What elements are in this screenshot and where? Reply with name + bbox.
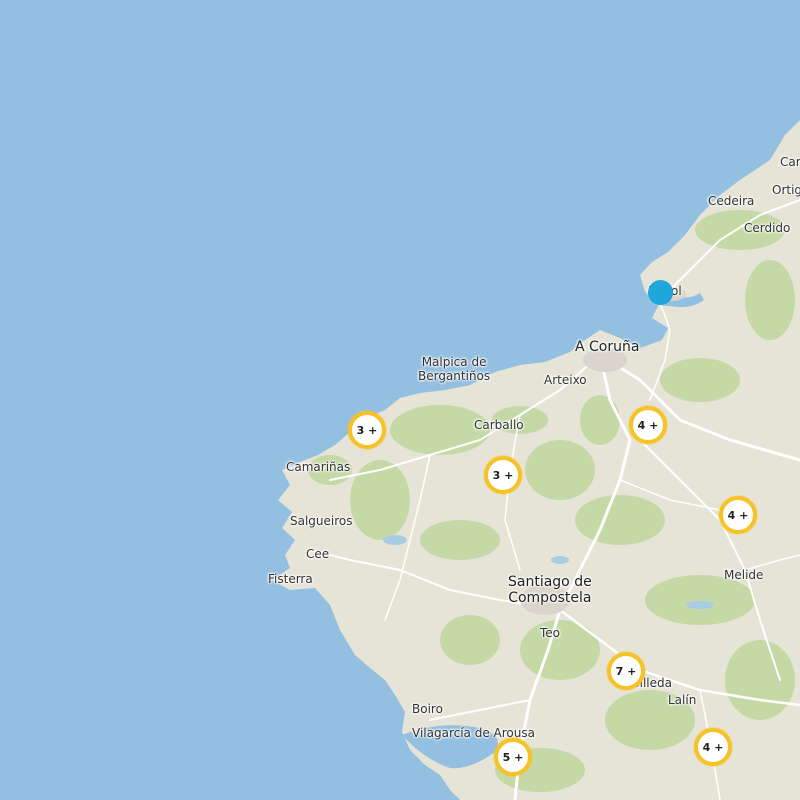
place-fisterra: Fisterra <box>268 572 313 586</box>
location-dot-icon[interactable] <box>648 280 673 305</box>
place-lalin: Lalín <box>668 693 697 707</box>
map-viewport[interactable]: Cari Ortig Cedeira Cerdido Ferrol A Coru… <box>0 0 800 800</box>
marker-cluster[interactable]: 3 + <box>484 456 522 494</box>
map-base-layer <box>272 120 800 800</box>
place-santiago: Santiago de Compostela <box>508 574 592 606</box>
place-carballo: Carballo <box>474 418 524 432</box>
place-ortig: Ortig <box>772 183 800 197</box>
marker-cluster[interactable]: 4 + <box>694 728 732 766</box>
place-cerdido: Cerdido <box>744 221 791 235</box>
place-camarinas: Camariñas <box>286 460 351 474</box>
place-a-coruna: A Coruña <box>575 339 640 355</box>
place-santiago-line2: Compostela <box>508 590 592 606</box>
place-melide: Melide <box>724 568 764 582</box>
place-malpica: Malpica de Bergantiños <box>418 355 490 383</box>
place-teo: Teo <box>540 626 561 640</box>
place-salgueiros: Salgueiros <box>290 514 353 528</box>
marker-cluster[interactable]: 4 + <box>719 496 757 534</box>
place-cari: Cari <box>780 155 800 169</box>
place-arteixo: Arteixo <box>544 373 587 387</box>
marker-cluster[interactable]: 5 + <box>494 738 532 776</box>
marker-cluster[interactable]: 3 + <box>348 411 386 449</box>
place-boiro: Boiro <box>412 702 443 716</box>
place-cedeira: Cedeira <box>708 194 755 208</box>
marker-cluster[interactable]: 7 + <box>607 652 645 690</box>
place-santiago-line1: Santiago de <box>508 574 592 590</box>
place-malpica-line1: Malpica de <box>421 355 487 369</box>
place-cee: Cee <box>306 547 330 561</box>
place-malpica-line2: Bergantiños <box>418 369 491 383</box>
marker-cluster[interactable]: 4 + <box>629 406 667 444</box>
